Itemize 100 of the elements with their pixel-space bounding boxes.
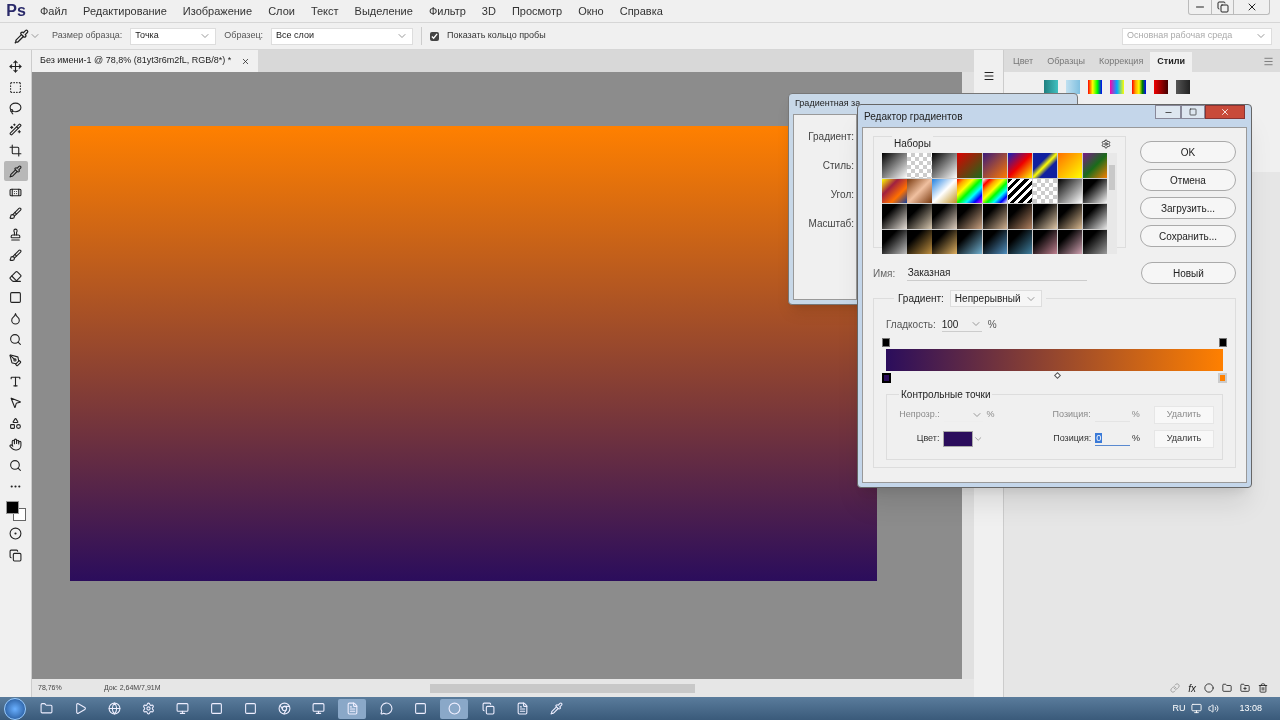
menu-item[interactable]: Текст — [302, 2, 347, 20]
show-ring-checkbox[interactable] — [430, 31, 440, 41]
menu-item[interactable]: 3D — [473, 2, 504, 20]
menu-item[interactable]: Слои — [260, 2, 303, 20]
quick-mask-icon[interactable] — [9, 527, 22, 540]
app-icon — [447, 702, 461, 715]
gradient-preset[interactable] — [957, 204, 982, 229]
menu-item[interactable]: Окно — [570, 2, 612, 20]
panel-tab[interactable]: Цвет — [1006, 52, 1041, 72]
gradient-preset[interactable] — [1083, 178, 1108, 203]
menu-item[interactable]: Справка — [611, 2, 671, 20]
network-icon[interactable] — [1191, 703, 1203, 714]
app-icon — [549, 702, 563, 715]
minimize-button[interactable] — [1155, 105, 1181, 119]
gradient-preset[interactable] — [882, 153, 907, 178]
percent-unit: % — [987, 318, 997, 332]
gradient-preset[interactable] — [1007, 229, 1033, 254]
gradient-preset[interactable] — [1032, 204, 1058, 229]
eyedropper-tool[interactable] — [3, 161, 28, 181]
position-field[interactable]: 0 — [1095, 432, 1131, 446]
midpoint-marker[interactable] — [1053, 371, 1061, 380]
language-indicator[interactable]: RU — [1172, 701, 1186, 716]
panel-tab[interactable]: Коррекция — [1092, 52, 1151, 72]
mask-icon[interactable] — [1204, 683, 1214, 693]
dialog-button[interactable]: Отмена — [1140, 169, 1236, 191]
presets-label: Наборы — [892, 136, 933, 151]
horizontal-scrollbar[interactable] — [430, 683, 695, 693]
gradient-preset[interactable] — [1007, 178, 1033, 203]
gradient-preset[interactable] — [932, 229, 957, 254]
gradient-preset[interactable] — [907, 229, 932, 254]
gradient-preset[interactable] — [932, 204, 957, 229]
stop-color-swatch[interactable] — [943, 431, 974, 447]
gradient-preset[interactable] — [1083, 204, 1108, 229]
app-icon — [345, 702, 359, 715]
gradient-preset[interactable] — [1083, 229, 1108, 254]
gradient-preset[interactable] — [982, 229, 1007, 254]
gradient-preset[interactable] — [907, 204, 932, 229]
panel-menu-icon[interactable] — [1263, 56, 1274, 67]
eyedropper-icon[interactable] — [14, 28, 29, 44]
gradient-preset[interactable] — [982, 204, 1007, 229]
taskbar-app[interactable] — [338, 698, 366, 719]
color-swatches-icon[interactable] — [4, 500, 27, 522]
gradient-preset[interactable] — [1007, 153, 1033, 178]
fx-icon[interactable]: fx — [1188, 680, 1196, 696]
gradient-preset[interactable] — [1057, 229, 1083, 254]
gradient-preset[interactable] — [1083, 153, 1108, 178]
delete-button[interactable]: Удалить — [1154, 430, 1214, 448]
volume-icon[interactable] — [1208, 703, 1220, 714]
screen-mode-icon[interactable] — [9, 549, 22, 562]
style-swatch[interactable] — [1132, 80, 1146, 94]
start-button[interactable] — [4, 697, 26, 720]
folder-icon[interactable] — [1222, 683, 1232, 693]
vertical-scrollbar[interactable] — [1107, 153, 1117, 254]
name-field[interactable]: Заказная — [906, 265, 1087, 281]
style-swatch[interactable] — [1088, 80, 1102, 94]
style-swatch[interactable] — [1176, 80, 1190, 94]
trash-icon[interactable] — [1258, 683, 1268, 693]
panel-tab[interactable]: Образцы — [1040, 52, 1092, 72]
taskbar-app[interactable] — [440, 698, 468, 719]
new-layer-icon[interactable] — [1240, 683, 1250, 693]
smoothness-field[interactable]: 100 — [941, 317, 982, 332]
color-stop[interactable] — [882, 373, 891, 383]
gradient-preset[interactable] — [982, 153, 1007, 178]
new-button[interactable]: Новый — [1140, 262, 1236, 284]
gradient-bar[interactable] — [886, 349, 1223, 371]
style-swatch[interactable] — [1044, 80, 1058, 94]
gradient-preset[interactable] — [882, 204, 907, 229]
menu-item[interactable]: Редактирование — [75, 2, 175, 20]
panel-tab[interactable]: Стили — [1150, 52, 1192, 72]
gradient-preset[interactable] — [1057, 204, 1083, 229]
menu-item[interactable]: Фильтр — [420, 2, 474, 20]
gradient-preset[interactable] — [1057, 178, 1083, 203]
clock[interactable]: 13:08 — [1239, 701, 1262, 716]
sample-size-select[interactable]: Точка — [130, 27, 217, 45]
document-tab[interactable]: Без имени-1 @ 78,8% (81yt3r6m2fL, RGB/8*) * — [32, 50, 259, 72]
sample-select[interactable]: Все слои — [271, 27, 414, 45]
gradient-type-select[interactable]: Непрерывный — [949, 290, 1042, 307]
dialog-button[interactable]: Загрузить... — [1140, 197, 1236, 219]
gradient-preset[interactable] — [932, 153, 957, 178]
gradient-preset[interactable] — [1007, 204, 1033, 229]
gradient-preset[interactable] — [1032, 153, 1058, 178]
menu-item[interactable]: Выделение — [346, 2, 421, 20]
gradient-preset[interactable] — [982, 178, 1007, 203]
gradient-preset[interactable] — [957, 178, 982, 203]
gradient-preset[interactable] — [957, 229, 982, 254]
gradient-preset[interactable] — [882, 229, 907, 254]
settings-icon[interactable] — [1101, 139, 1111, 149]
menu-item[interactable]: Файл — [32, 2, 76, 20]
dialog-button[interactable]: Сохранить... — [1140, 225, 1236, 247]
close-icon[interactable] — [241, 56, 251, 66]
gradient-preset[interactable] — [1032, 229, 1058, 254]
style-swatch[interactable] — [1110, 80, 1124, 94]
dialog-button[interactable]: OK — [1140, 141, 1236, 163]
menu-item[interactable]: Просмотр — [503, 2, 571, 20]
maximize-button[interactable] — [1181, 105, 1205, 119]
style-swatch[interactable] — [1066, 80, 1080, 94]
style-swatch[interactable] — [1154, 80, 1168, 94]
menu-item[interactable]: Изображение — [174, 2, 261, 20]
opacity-stop[interactable] — [1219, 338, 1227, 347]
opacity-stop[interactable] — [882, 338, 890, 347]
